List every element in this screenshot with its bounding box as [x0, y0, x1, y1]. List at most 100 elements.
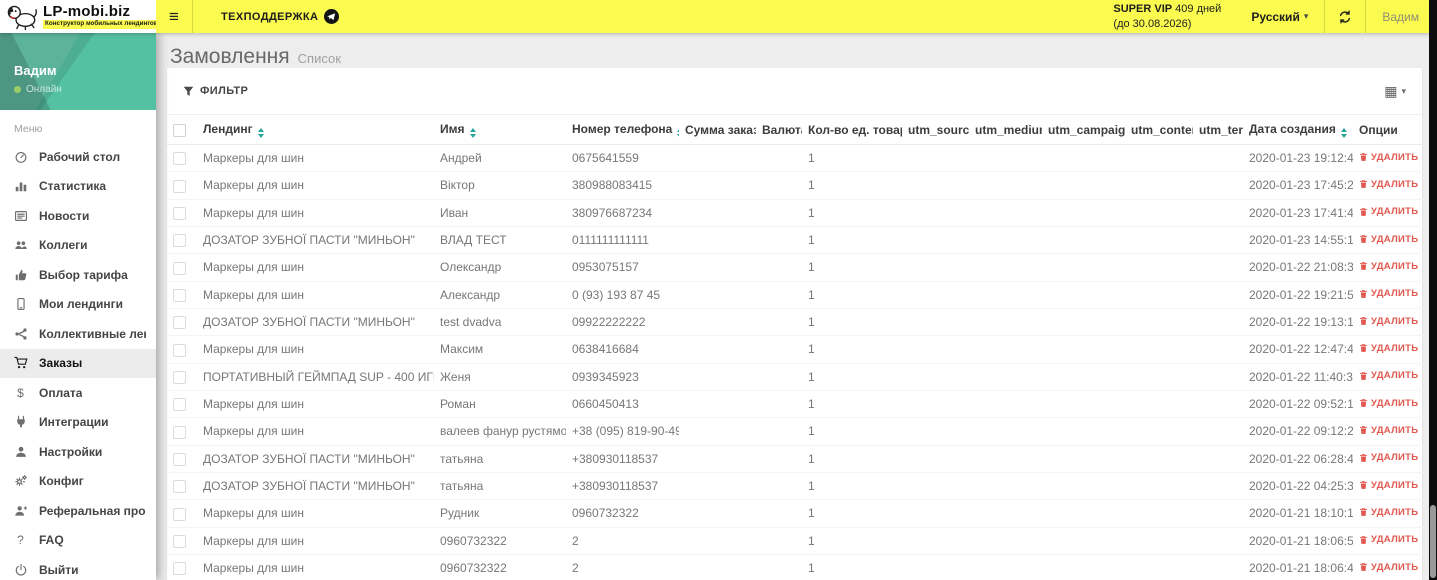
sidebar-item-user[interactable]: Настройки	[0, 437, 156, 467]
filter-button[interactable]: ФИЛЬТР	[183, 85, 248, 97]
cell: +380930118537	[566, 445, 679, 473]
row-checkbox[interactable]	[173, 234, 186, 248]
cell	[1042, 472, 1125, 501]
delete-button[interactable]: УДАЛИТЬ	[1359, 288, 1418, 299]
cell	[756, 390, 802, 419]
sidebar-item-dashboard[interactable]: Рабочий стол	[0, 142, 156, 172]
cell: Маркеры для шин	[197, 199, 434, 227]
delete-button[interactable]: УДАЛИТЬ	[1359, 370, 1418, 381]
cell: +38 (095) 819-90-49	[566, 417, 679, 446]
delete-button[interactable]: УДАЛИТЬ	[1359, 261, 1418, 272]
column-header[interactable]: Номер телефона	[566, 115, 679, 145]
delete-button[interactable]: УДАЛИТЬ	[1359, 480, 1418, 491]
delete-button[interactable]: УДАЛИТЬ	[1359, 562, 1418, 573]
row-checkbox[interactable]	[173, 288, 186, 302]
cell: 1	[802, 253, 902, 282]
sidebar-item-share[interactable]: Коллективные лендинги	[0, 319, 156, 349]
cell: татьяна	[434, 445, 566, 473]
sidebar-item-gears[interactable]: Конфиг	[0, 467, 156, 497]
table-row: Маркеры для шин 0960732322 2 1 2020-01-21 18…	[167, 554, 1427, 580]
row-checkbox[interactable]	[173, 452, 186, 466]
row-checkbox[interactable]	[173, 398, 186, 412]
sidebar-item-label: Статистика	[39, 179, 107, 194]
cell: 1	[802, 417, 902, 446]
table-row: Маркеры для шин Рудник 0960732322 1 2020-01-…	[167, 499, 1427, 528]
row-select-cell	[167, 527, 197, 555]
cell: 2	[566, 527, 679, 555]
refresh-button[interactable]	[1325, 0, 1365, 33]
row-checkbox[interactable]	[173, 480, 186, 494]
sidebar-item-plug[interactable]: Интеграции	[0, 408, 156, 438]
cell: ДОЗАТОР ЗУБНОЇ ПАСТИ "МИНЬОН"	[197, 308, 434, 337]
delete-label: УДАЛИТЬ	[1371, 206, 1419, 218]
dog-logo-icon	[5, 3, 39, 31]
column-header[interactable]: Имя	[434, 115, 566, 145]
hamburger-icon[interactable]: ≡	[156, 0, 192, 33]
logo[interactable]: LP-mobi.biz Конструктор мобильных лендин…	[0, 0, 160, 33]
cell: ВЛАД ТЕСТ	[434, 226, 566, 255]
cell	[679, 199, 756, 227]
cell: 0675641559	[566, 144, 679, 173]
cell	[1193, 308, 1243, 337]
scrollbar-thumb[interactable]	[1430, 505, 1436, 578]
table-row: Маркеры для шин Роман 0660450413 1 2020-01-2…	[167, 390, 1427, 419]
delete-button[interactable]: УДАЛИТЬ	[1359, 425, 1418, 436]
cell	[679, 417, 756, 446]
row-checkbox[interactable]	[173, 507, 186, 521]
row-checkbox[interactable]	[173, 562, 186, 576]
colleagues-icon	[13, 238, 28, 253]
row-checkbox[interactable]	[173, 316, 186, 330]
cell: 2020-01-22 21:08:31	[1243, 253, 1353, 282]
cell	[756, 171, 802, 200]
options-cell: УДАЛИТЬ	[1353, 171, 1427, 200]
sidebar-item-colleagues[interactable]: Коллеги	[0, 231, 156, 261]
delete-button[interactable]: УДАЛИТЬ	[1359, 507, 1418, 518]
sidebar-item-stats[interactable]: Статистика	[0, 172, 156, 202]
cell: 1	[802, 363, 902, 391]
cell	[1125, 144, 1193, 173]
row-checkbox[interactable]	[173, 343, 186, 357]
delete-button[interactable]: УДАЛИТЬ	[1359, 534, 1418, 545]
delete-label: УДАЛИТЬ	[1371, 178, 1419, 190]
sidebar-item-tariff[interactable]: Выбор тарифа	[0, 260, 156, 290]
row-checkbox[interactable]	[173, 261, 186, 275]
cell: 380988083415	[566, 171, 679, 200]
header-user-menu[interactable]: Вадим	[1366, 0, 1437, 33]
support-button[interactable]: ТЕХПОДДЕРЖКА	[193, 0, 359, 33]
delete-button[interactable]: УДАЛИТЬ	[1359, 206, 1418, 217]
row-checkbox[interactable]	[173, 425, 186, 439]
sidebar-item-question[interactable]: ? FAQ	[0, 526, 156, 556]
delete-button[interactable]: УДАЛИТЬ	[1359, 452, 1418, 463]
delete-button[interactable]: УДАЛИТЬ	[1359, 398, 1418, 409]
cell: 380976687234	[566, 199, 679, 227]
cell: Роман	[434, 390, 566, 419]
cell	[902, 390, 969, 419]
column-header[interactable]: Дата создания	[1243, 115, 1353, 145]
sidebar-item-dollar[interactable]: $ Оплата	[0, 378, 156, 408]
sidebar-item-cart[interactable]: Заказы	[0, 348, 156, 378]
row-checkbox[interactable]	[173, 179, 186, 193]
delete-button[interactable]: УДАЛИТЬ	[1359, 152, 1418, 163]
delete-button[interactable]: УДАЛИТЬ	[1359, 234, 1418, 245]
delete-button[interactable]: УДАЛИТЬ	[1359, 316, 1418, 327]
column-settings-button[interactable]: ▦ ▾	[1384, 84, 1406, 98]
sidebar-item-my-landings[interactable]: Мои лендинги	[0, 290, 156, 320]
language-selector[interactable]: Русский ▾	[1235, 0, 1324, 33]
sort-icon	[257, 128, 264, 138]
sidebar-item-power[interactable]: Выйти	[0, 555, 156, 580]
select-all-checkbox[interactable]	[173, 124, 186, 138]
row-checkbox[interactable]	[173, 152, 186, 166]
cell: Рудник	[434, 499, 566, 528]
sidebar-item-news[interactable]: Новости	[0, 201, 156, 231]
cell	[969, 199, 1042, 227]
cell: 2020-01-23 19:12:43	[1243, 144, 1353, 173]
column-header: utm_medium	[969, 115, 1042, 145]
row-checkbox[interactable]	[173, 206, 186, 220]
delete-button[interactable]: УДАЛИТЬ	[1359, 343, 1418, 354]
delete-button[interactable]: УДАЛИТЬ	[1359, 179, 1418, 190]
sidebar-item-user-plus[interactable]: Реферальная программа	[0, 496, 156, 526]
row-checkbox[interactable]	[173, 534, 186, 548]
row-checkbox[interactable]	[173, 370, 186, 384]
column-header[interactable]: Лендинг	[197, 115, 434, 145]
cell: test dvadva	[434, 308, 566, 337]
